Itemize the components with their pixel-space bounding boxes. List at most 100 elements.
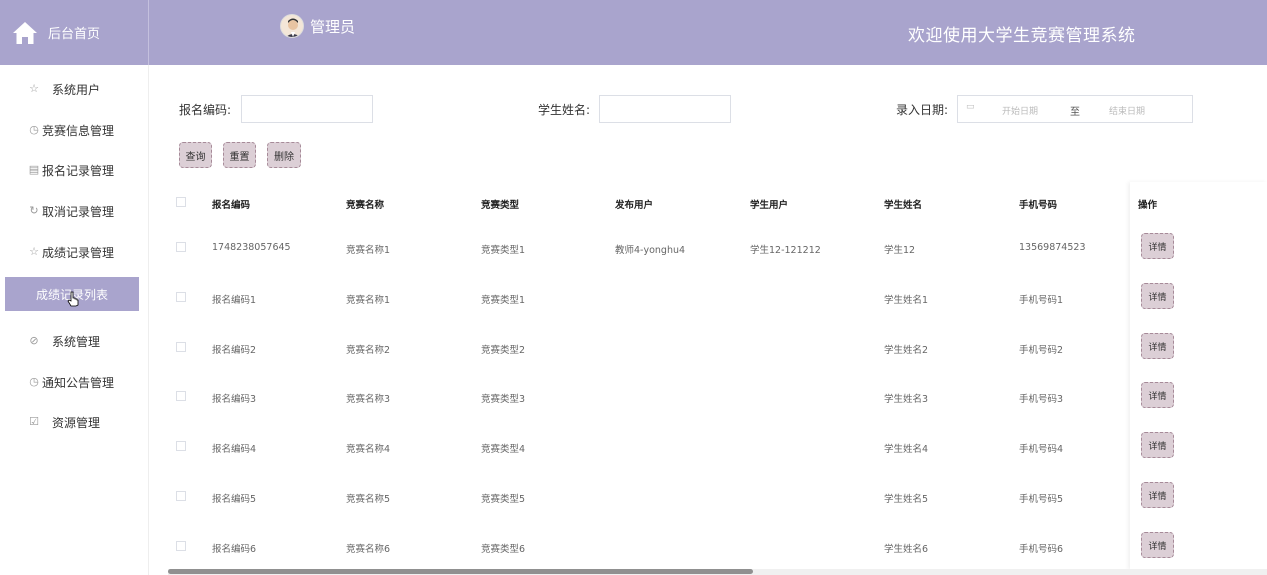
code-label: 报名编码:: [179, 103, 232, 117]
cell-phone: 手机号码1: [1019, 295, 1064, 306]
row-checkbox[interactable]: [176, 242, 186, 252]
cell-competition-name: 竞赛名称1: [346, 245, 391, 256]
date-start-input[interactable]: 开始日期: [1002, 104, 1038, 117]
cell-student-name: 学生姓名1: [884, 295, 929, 306]
sidebar-item-registration-records[interactable]: ▤ 报名记录管理: [0, 153, 149, 187]
cell-competition-name: 竞赛名称3: [346, 394, 391, 405]
cell-student-name: 学生姓名5: [884, 494, 929, 505]
sidebar-item-score-records[interactable]: ☆ 成绩记录管理: [0, 235, 149, 269]
cell-code: 1748238057645: [212, 242, 291, 253]
row-checkbox[interactable]: [176, 292, 186, 302]
sidebar-item-label: 竞赛信息管理: [42, 123, 115, 138]
detail-button[interactable]: 详情: [1141, 482, 1174, 508]
col-header-student-user: 学生用户: [750, 200, 789, 211]
query-button[interactable]: 查询: [179, 142, 212, 168]
detail-button[interactable]: 详情: [1141, 233, 1174, 259]
cell-competition-name: 竞赛名称4: [346, 444, 391, 455]
store-icon: ▤: [28, 163, 40, 176]
col-header-student-name: 学生姓名: [884, 200, 923, 211]
reset-button[interactable]: 重置: [223, 142, 256, 168]
col-header-operation: 操作: [1138, 200, 1158, 211]
row-checkbox[interactable]: [176, 342, 186, 352]
sidebar-item-system-management[interactable]: ⊘ 系统管理: [0, 324, 149, 358]
sidebar-item-competition-info[interactable]: ◷ 竞赛信息管理: [0, 113, 149, 147]
row-checkbox[interactable]: [176, 541, 186, 551]
detail-button[interactable]: 详情: [1141, 333, 1174, 359]
cell-code: 报名编码2: [212, 345, 257, 356]
admin-label: 管理员: [310, 17, 356, 36]
cell-competition-type: 竞赛类型1: [481, 245, 526, 256]
cell-publisher: 教师4-yonghu4: [615, 245, 686, 256]
home-label: 后台首页: [48, 27, 101, 42]
sidebar-item-label: 通知公告管理: [42, 375, 115, 390]
refresh-icon: ↻: [29, 204, 39, 217]
sidebar-item-notices[interactable]: ◷ 通知公告管理: [0, 365, 149, 399]
cell-competition-type: 竞赛类型5: [481, 494, 526, 505]
cell-student-name: 学生姓名6: [884, 544, 929, 555]
sidebar-item-label: 系统管理: [52, 334, 101, 349]
top-bar: 后台首页 管理员 欢迎使用大学生竞赛管理系统: [0, 0, 1267, 65]
cell-student-name: 学生12: [884, 245, 916, 256]
clock-icon: ◷: [29, 375, 39, 388]
date-label: 录入日期:: [896, 103, 949, 117]
cell-phone: 手机号码3: [1019, 394, 1064, 405]
home-icon: [13, 21, 37, 44]
star-icon: ☆: [29, 82, 39, 95]
cell-phone: 手机号码5: [1019, 494, 1064, 505]
date-end-input[interactable]: 结束日期: [1109, 104, 1145, 117]
sidebar-item-label: 系统用户: [52, 82, 101, 97]
avatar: [280, 14, 304, 38]
detail-button[interactable]: 详情: [1141, 432, 1174, 458]
welcome-title: 欢迎使用大学生竞赛管理系统: [908, 26, 1136, 46]
clock-icon: ◷: [29, 123, 39, 136]
cell-competition-type: 竞赛类型6: [481, 544, 526, 555]
sidebar-item-resources[interactable]: ☑ 资源管理: [0, 405, 149, 439]
detail-button[interactable]: 详情: [1141, 382, 1174, 408]
sidebar-item-label: 报名记录管理: [42, 163, 115, 178]
cell-phone: 手机号码6: [1019, 544, 1064, 555]
detail-button[interactable]: 详情: [1141, 532, 1174, 558]
col-header-code: 报名编码: [212, 200, 251, 211]
cell-student-name: 学生姓名2: [884, 345, 929, 356]
cell-competition-name: 竞赛名称1: [346, 295, 391, 306]
row-checkbox[interactable]: [176, 391, 186, 401]
col-header-publisher: 发布用户: [615, 200, 654, 211]
cell-competition-name: 竞赛名称5: [346, 494, 391, 505]
hand-cursor-icon: [67, 291, 79, 307]
sidebar-item-label: 资源管理: [52, 415, 101, 430]
row-checkbox[interactable]: [176, 441, 186, 451]
home-link[interactable]: 后台首页: [0, 0, 149, 65]
cell-code: 报名编码5: [212, 494, 257, 505]
select-all-checkbox[interactable]: [176, 197, 186, 207]
sidebar-item-cancel-records[interactable]: ↻ 取消记录管理: [0, 194, 149, 228]
compass-icon: ⊘: [29, 334, 39, 347]
cell-student-user: 学生12-121212: [750, 245, 821, 256]
delete-button[interactable]: 删除: [267, 142, 301, 168]
cell-competition-name: 竞赛名称6: [346, 544, 391, 555]
cell-competition-type: 竞赛类型2: [481, 345, 526, 356]
sidebar-item-label: 取消记录管理: [42, 204, 115, 219]
name-label: 学生姓名:: [538, 103, 591, 117]
date-range-picker[interactable]: ▭ 开始日期 至 结束日期: [957, 95, 1193, 123]
row-checkbox[interactable]: [176, 491, 186, 501]
cell-code: 报名编码1: [212, 295, 257, 306]
name-input[interactable]: [599, 95, 731, 123]
star-icon: ☆: [29, 245, 39, 258]
cell-student-name: 学生姓名4: [884, 444, 929, 455]
code-input[interactable]: [241, 95, 373, 123]
cell-competition-name: 竞赛名称2: [346, 345, 391, 356]
cell-competition-type: 竞赛类型3: [481, 394, 526, 405]
calendar-check-icon: ☑: [29, 415, 39, 428]
sidebar-item-label: 成绩记录管理: [42, 245, 115, 260]
admin-profile[interactable]: 管理员: [280, 14, 355, 38]
detail-button[interactable]: 详情: [1141, 283, 1174, 309]
sidebar-item-system-users[interactable]: ☆ 系统用户: [0, 72, 149, 106]
col-header-competition-name: 竞赛名称: [346, 200, 385, 211]
horizontal-scrollbar-thumb[interactable]: [168, 569, 753, 574]
cell-competition-type: 竞赛类型4: [481, 444, 526, 455]
col-header-competition-type: 竞赛类型: [481, 200, 520, 211]
cell-phone: 手机号码4: [1019, 444, 1064, 455]
cell-student-name: 学生姓名3: [884, 394, 929, 405]
cell-phone: 13569874523: [1019, 242, 1086, 253]
date-separator: 至: [1070, 107, 1080, 118]
